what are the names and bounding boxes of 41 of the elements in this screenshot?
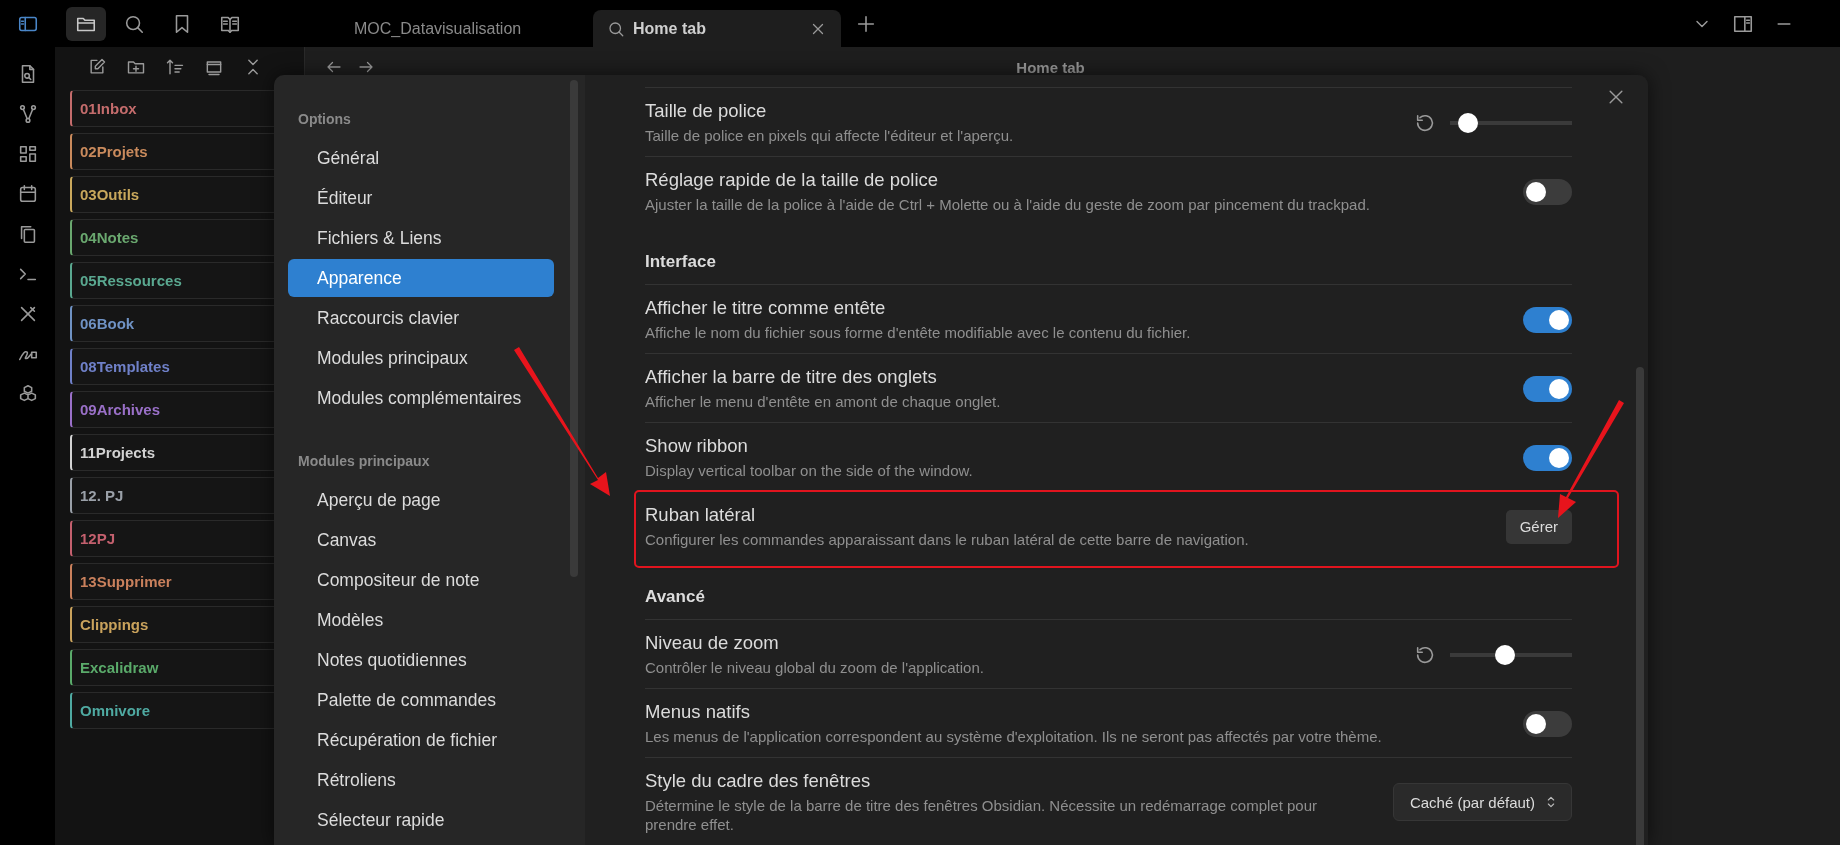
setting-description: Taille de police en pixels qui affecte l'éditeur et l'aperçu.: [645, 126, 1015, 145]
dropdown[interactable]: Caché (par défaut): [1392, 783, 1572, 821]
new-note-icon[interactable]: [87, 57, 107, 77]
toggle-switch[interactable]: [1523, 178, 1572, 205]
sort-icon[interactable]: [165, 57, 185, 77]
scrollbar-thumb[interactable]: [1636, 367, 1644, 845]
setting-title: Afficher le titre comme entête: [645, 297, 887, 319]
slider-thumb[interactable]: [1458, 112, 1479, 133]
toggle-switch[interactable]: [1523, 710, 1572, 737]
setting-description: Contrôler le niveau global du zoom de l'application.: [645, 658, 985, 677]
tab[interactable]: Home tab: [593, 10, 841, 47]
search-icon: [607, 19, 625, 38]
setting-description: Afficher le menu d'entête en amont de chaque onglet.: [645, 392, 1002, 411]
section-heading: Avancé: [645, 586, 706, 608]
sidebar-item[interactable]: Sélecteur rapide: [288, 801, 554, 839]
setting-description: Configurer les commandes apparaissant dans le ruban latéral de cette barre de navigation.: [645, 530, 1250, 549]
setting-title: Taille de police: [645, 100, 768, 122]
setting-title: Ruban latéral: [645, 504, 757, 526]
setting-title: Réglage rapide de la taille de police: [645, 169, 940, 191]
slider-thumb[interactable]: [1494, 644, 1515, 665]
setting-title: Niveau de zoom: [645, 632, 780, 654]
folder-tab[interactable]: [66, 6, 106, 41]
setting-description: Détermine le style de la barre de titre des fenêtres Obsidian. Nécessite un redémarrage complet pour prendre effet.: [645, 796, 1318, 834]
setting-title: Show ribbon: [645, 435, 749, 457]
scrollbar-thumb[interactable]: [570, 80, 578, 577]
sidebar-item[interactable]: Apparence: [288, 259, 554, 297]
toggle-switch[interactable]: [1523, 306, 1572, 333]
manage-button[interactable]: Gérer: [1505, 509, 1572, 544]
toggle-switch[interactable]: [1523, 444, 1572, 471]
sidebar-item[interactable]: Rétroliens: [288, 761, 554, 799]
tab[interactable]: MOC_Datavisualisation: [340, 10, 588, 47]
setting-description: Affiche le nom du fichier sous forme d'entête modifiable avec le contenu du fichier.: [645, 323, 1192, 342]
setting-title: Style du cadre des fenêtres: [645, 770, 872, 792]
setting-description: Les menus de l'application correspondent au système d'exploitation. Ils ne seront pas affectés par votre thème.: [645, 727, 1383, 746]
setting-title: Menus natifs: [645, 701, 751, 723]
setting-title: Afficher la barre de titre des onglets: [645, 366, 938, 388]
section-heading: Interface: [645, 251, 717, 273]
toggle-switch[interactable]: [1523, 375, 1572, 402]
setting-description: Display vertical toolbar on the side of the window.: [645, 461, 974, 480]
note-title: Home tab: [1016, 58, 1085, 76]
setting-description: Ajuster la taille de la police à l'aide de Ctrl + Molette ou à l'aide du geste de zoom par pincement du trackpad.: [645, 195, 1371, 214]
